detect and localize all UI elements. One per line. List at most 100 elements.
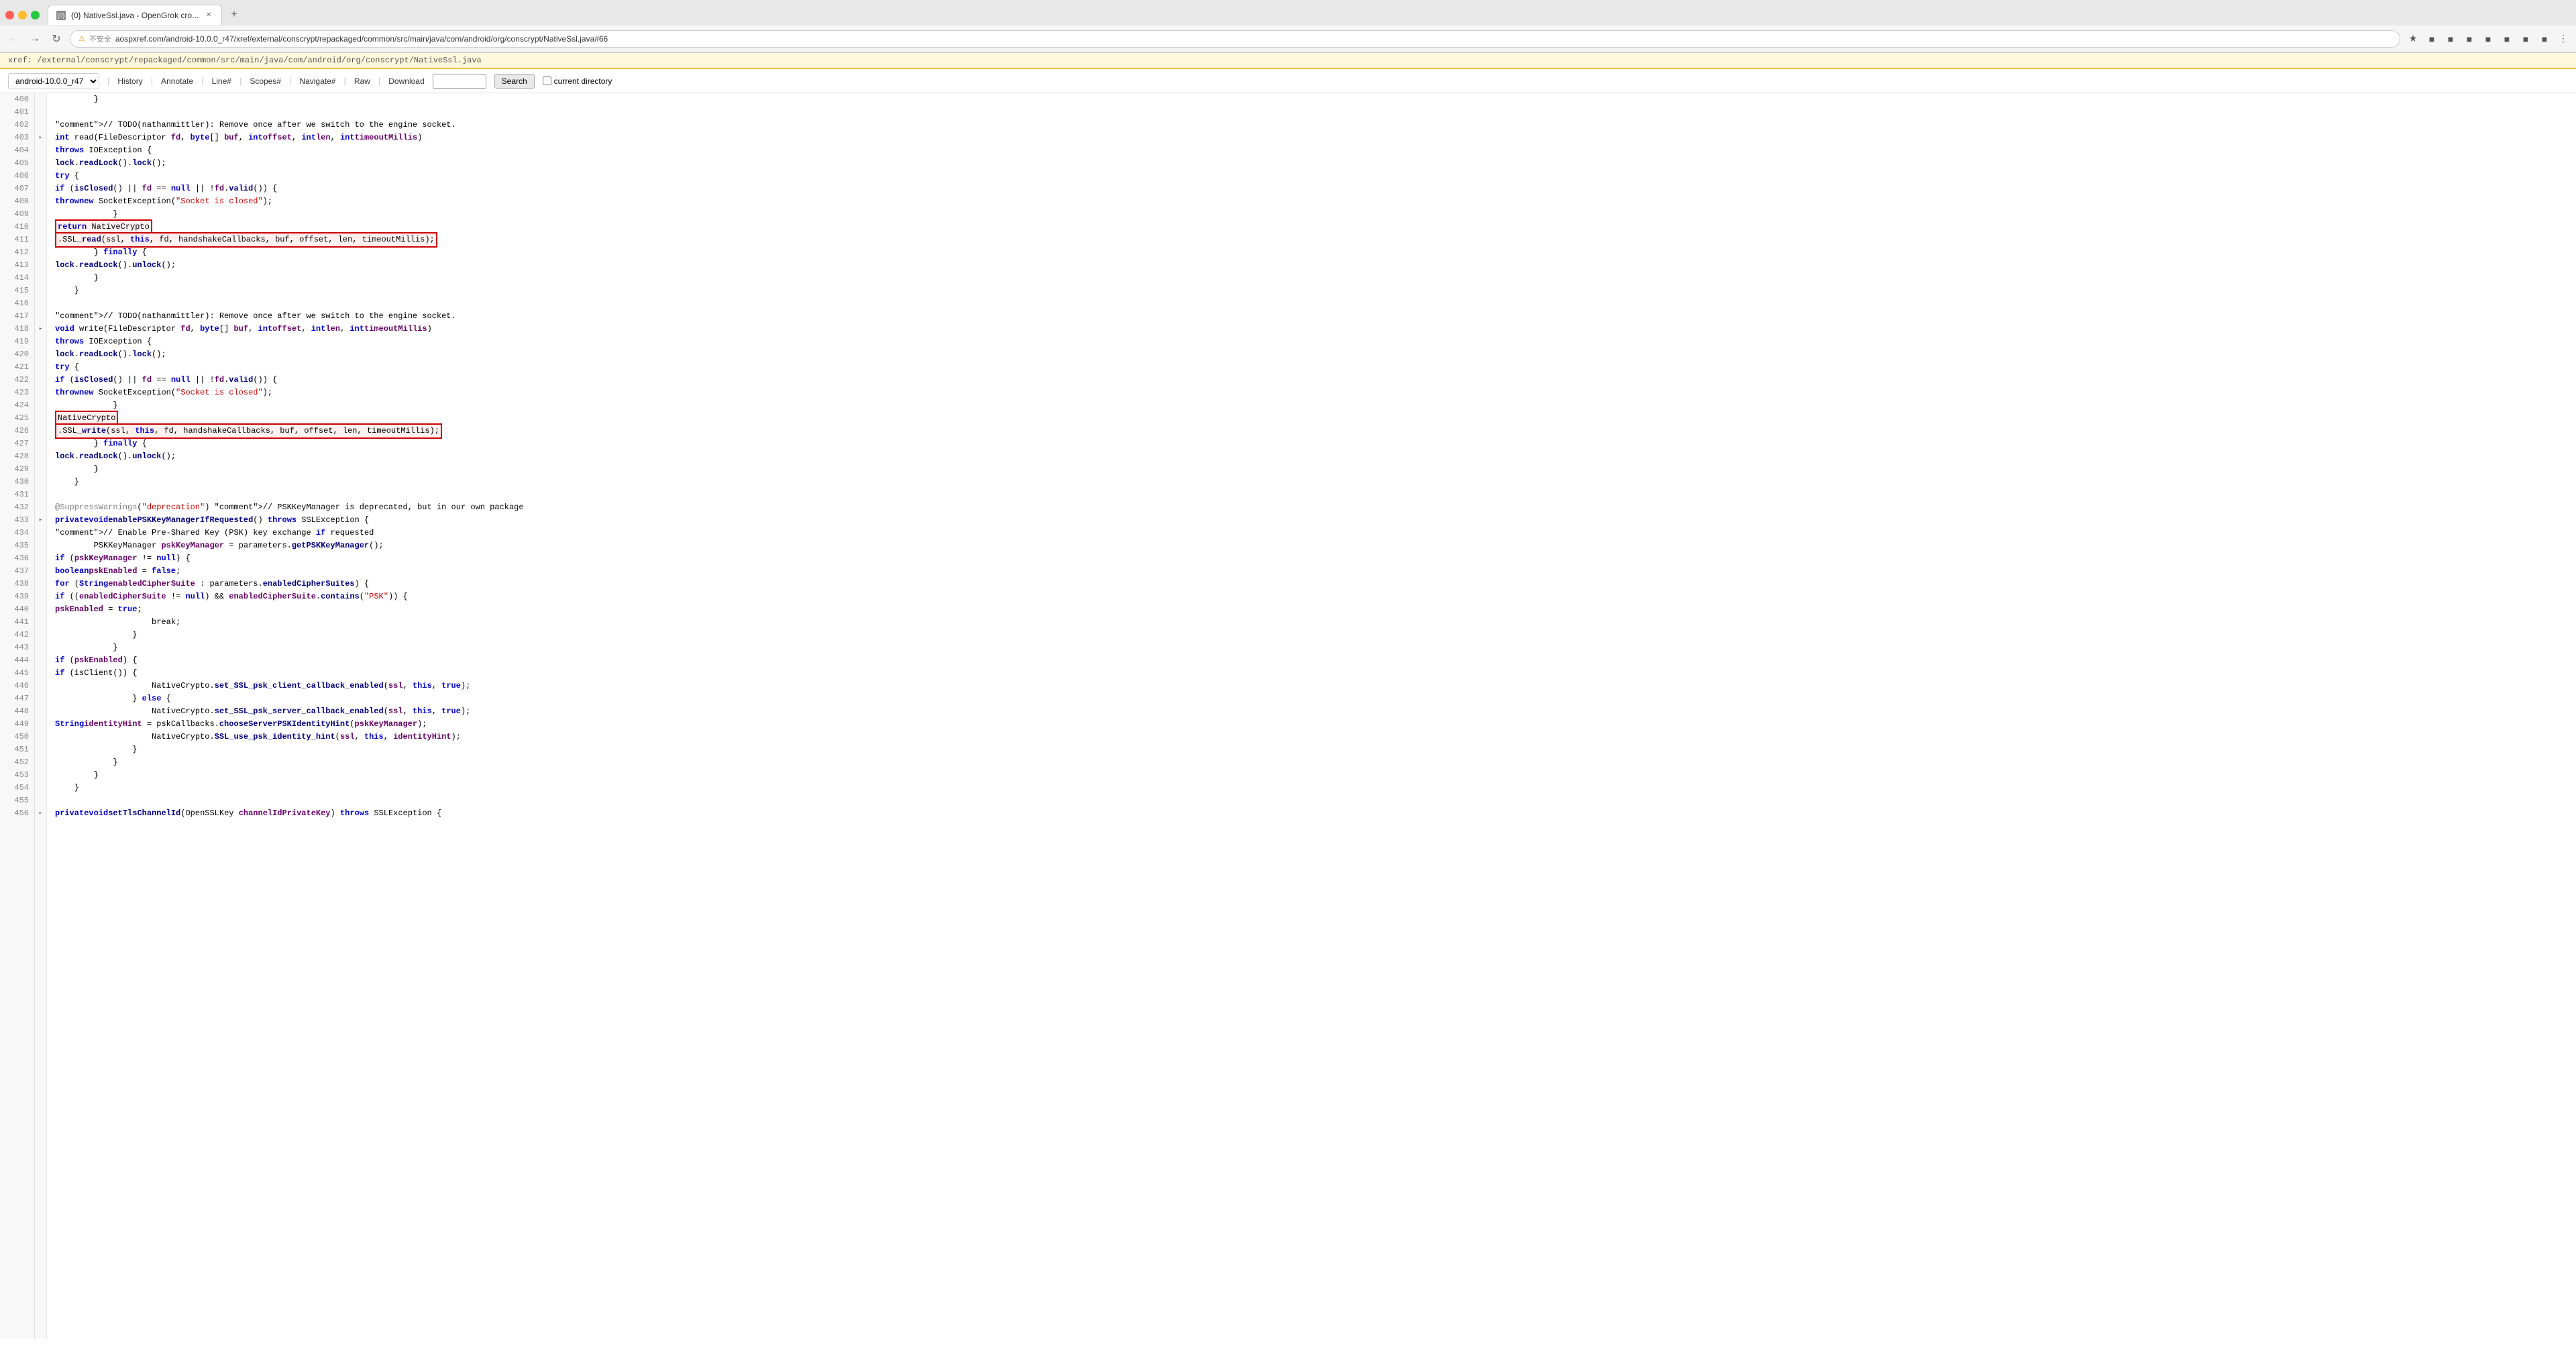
code-line-417: "comment">// TODO(nathanmittler): Remove…: [55, 310, 2576, 323]
extension-icon-1[interactable]: ■: [2424, 32, 2439, 46]
code-line-402: "comment">// TODO(nathanmittler): Remove…: [55, 119, 2576, 132]
search-button[interactable]: Search: [494, 74, 535, 89]
code-line-438: for (String enabledCipherSuite : paramet…: [55, 578, 2576, 590]
code-area: 4004014024034044054064074084094104114124…: [0, 93, 2576, 1339]
code-line-436: if (pskKeyManager != null) {: [55, 552, 2576, 565]
code-line-401: [55, 106, 2576, 119]
active-tab[interactable]: {0} {0} NativeSsl.java - OpenGrok cro...…: [48, 5, 222, 25]
security-icon: ⚠: [78, 34, 85, 43]
code-line-419: throws IOException {: [55, 335, 2576, 348]
extension-icon-6[interactable]: ■: [2518, 32, 2533, 46]
history-link[interactable]: History: [117, 76, 142, 86]
code-line-410: return NativeCrypto: [55, 221, 2576, 233]
code-line-434: "comment">// Enable Pre-Shared Key (PSK)…: [55, 527, 2576, 539]
code-line-437: boolean pskEnabled = false;: [55, 565, 2576, 578]
code-line-418: void write(FileDescriptor fd, byte[] buf…: [55, 323, 2576, 335]
code-line-430: }: [55, 476, 2576, 488]
code-line-424: }: [55, 399, 2576, 412]
code-line-433: private void enablePSKKeyManagerIfReques…: [55, 514, 2576, 527]
search-input[interactable]: [433, 74, 486, 89]
code-toolbar: android-10.0.0_r47 | History | Annotate …: [0, 69, 2576, 93]
toolbar-sep-4: |: [289, 76, 291, 86]
tab-close-button[interactable]: ✕: [204, 11, 213, 20]
code-line-406: try {: [55, 170, 2576, 183]
toolbar-sep-0: |: [107, 76, 109, 86]
code-line-454: }: [55, 782, 2576, 794]
code-line-448: NativeCrypto.set_SSL_psk_server_callback…: [55, 705, 2576, 718]
code-line-446: NativeCrypto.set_SSL_psk_client_callback…: [55, 680, 2576, 692]
nav-bar: ← → ↻ ⚠ 不安全 aospxref.com/android-10.0.0_…: [0, 25, 2576, 52]
code-line-412: } finally {: [55, 246, 2576, 259]
toolbar-sep-3: |: [239, 76, 241, 86]
navigate-link[interactable]: Navigate#: [299, 76, 335, 86]
code-line-416: [55, 297, 2576, 310]
line-numbers: 4004014024034044054064074084094104114124…: [0, 93, 35, 1339]
code-line-405: lock.readLock().lock();: [55, 157, 2576, 170]
extension-icon-7[interactable]: ■: [2537, 32, 2552, 46]
code-line-425: NativeCrypto: [55, 412, 2576, 425]
code-line-455: [55, 794, 2576, 807]
code-line-409: }: [55, 208, 2576, 221]
code-line-407: if (isClosed() || fd == null || !fd.vali…: [55, 183, 2576, 195]
minimize-button[interactable]: [18, 11, 27, 19]
code-line-431: [55, 488, 2576, 501]
reload-button[interactable]: ↻: [48, 31, 64, 47]
code-line-411: .SSL_read(ssl, this, fd, handshakeCallba…: [55, 233, 2576, 246]
code-line-453: }: [55, 769, 2576, 782]
scopes-link[interactable]: Scopes#: [250, 76, 281, 86]
code-line-449: String identityHint = pskCallbacks.choos…: [55, 718, 2576, 731]
toolbar-sep-1: |: [151, 76, 153, 86]
current-dir-label: current directory: [554, 76, 612, 86]
code-line-423: throw new SocketException("Socket is clo…: [55, 386, 2576, 399]
current-dir-checkbox-label: current directory: [543, 76, 612, 86]
code-line-452: }: [55, 756, 2576, 769]
code-line-435: PSKKeyManager pskKeyManager = parameters…: [55, 539, 2576, 552]
code-content: } "comment">// TODO(nathanmittler): Remo…: [47, 93, 2576, 1339]
maximize-button[interactable]: [31, 11, 40, 19]
fold-column: ▸▸▸▸: [35, 93, 47, 1339]
traffic-lights: [5, 11, 40, 19]
extension-icon-2[interactable]: ■: [2443, 32, 2458, 46]
address-bar[interactable]: ⚠ 不安全 aospxref.com/android-10.0.0_r47/xr…: [70, 30, 2400, 48]
version-select[interactable]: android-10.0.0_r47: [8, 73, 99, 89]
back-button[interactable]: ←: [5, 31, 21, 47]
code-line-427: } finally {: [55, 437, 2576, 450]
code-line-422: if (isClosed() || fd == null || !fd.vali…: [55, 374, 2576, 386]
extension-icon-3[interactable]: ■: [2462, 32, 2477, 46]
code-line-400: }: [55, 93, 2576, 106]
not-secure-label: 不安全: [89, 34, 111, 44]
code-line-442: }: [55, 629, 2576, 641]
code-line-451: }: [55, 743, 2576, 756]
new-tab-button[interactable]: +: [226, 7, 242, 23]
raw-link[interactable]: Raw: [354, 76, 370, 86]
annotate-link[interactable]: Annotate: [161, 76, 193, 86]
toolbar-sep-2: |: [201, 76, 203, 86]
bookmark-icon[interactable]: ★: [2406, 32, 2420, 46]
current-dir-checkbox[interactable]: [543, 76, 551, 85]
browser-chrome: {0} {0} NativeSsl.java - OpenGrok cro...…: [0, 0, 2576, 53]
tab-favicon: {0}: [56, 11, 66, 20]
code-line-450: NativeCrypto.SSL_use_psk_identity_hint(s…: [55, 731, 2576, 743]
extension-icon-5[interactable]: ■: [2500, 32, 2514, 46]
code-line-429: }: [55, 463, 2576, 476]
url-text: aospxref.com/android-10.0.0_r47/xref/ext…: [115, 34, 608, 44]
code-line-432: @SuppressWarnings("deprecation") "commen…: [55, 501, 2576, 514]
tab-title: {0} NativeSsl.java - OpenGrok cro...: [71, 11, 199, 20]
toolbar-sep-5: |: [343, 76, 345, 86]
download-link[interactable]: Download: [388, 76, 424, 86]
code-line-420: lock.readLock().lock();: [55, 348, 2576, 361]
code-line-441: break;: [55, 616, 2576, 629]
code-line-421: try {: [55, 361, 2576, 374]
code-line-403: int read(FileDescriptor fd, byte[] buf, …: [55, 132, 2576, 144]
browser-toolbar-icons: ★ ■ ■ ■ ■ ■ ■ ■ ⋮: [2406, 32, 2571, 46]
close-button[interactable]: [5, 11, 14, 19]
forward-button[interactable]: →: [27, 31, 43, 47]
code-line-443: }: [55, 641, 2576, 654]
menu-icon[interactable]: ⋮: [2556, 32, 2571, 46]
extension-icon-4[interactable]: ■: [2481, 32, 2496, 46]
code-line-414: }: [55, 272, 2576, 284]
line-link[interactable]: Line#: [212, 76, 231, 86]
code-line-415: }: [55, 284, 2576, 297]
breadcrumb: xref: /external/conscrypt/repackaged/com…: [0, 53, 2576, 69]
code-line-408: throw new SocketException("Socket is clo…: [55, 195, 2576, 208]
